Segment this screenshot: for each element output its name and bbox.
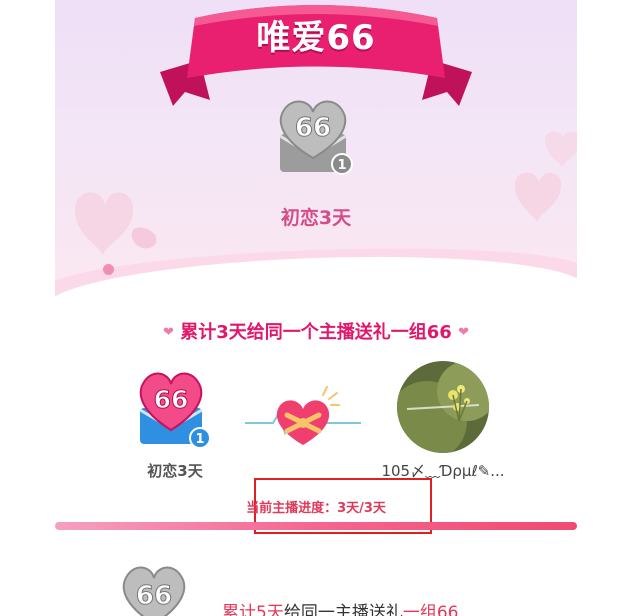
next-task-prefix: 累计5天: [222, 603, 284, 616]
badge-number: 66: [295, 113, 331, 143]
next-badge-number: 66: [136, 581, 172, 611]
achievement-panel: 唯爱66 66 1 初恋3天 ❤ 累计3天给同一个主播送礼一组66 ❤ 66 1…: [55, 0, 577, 616]
progress-label: 当前主播进度：: [246, 501, 338, 516]
next-badge-icon: 66: [115, 560, 193, 616]
progress-value: 3天/3天: [337, 501, 386, 516]
section-divider: [55, 522, 577, 530]
anchor-avatar[interactable]: [397, 361, 489, 453]
decorative-dot: [103, 264, 114, 275]
reward-badge-icon: 66 1: [132, 366, 218, 452]
heart-icon: ❤: [458, 325, 469, 340]
next-task-middle: 给同一主播送礼: [283, 603, 403, 616]
task-title: ❤ 累计3天给同一个主播送礼一组66 ❤: [55, 318, 577, 344]
next-task-text: 累计5天给同一主播送礼一组66: [222, 598, 458, 616]
heartbeat-heart-icon: [243, 383, 363, 455]
badge-level: 1: [337, 158, 346, 173]
banner-title: 唯爱66: [256, 18, 376, 58]
reward-badge-label: 初恋3天: [147, 462, 203, 480]
heart-icon: ❤: [163, 325, 174, 340]
next-task-suffix: 一组66: [402, 603, 459, 616]
task-title-text: 累计3天给同一个主播送礼一组66: [180, 322, 452, 343]
anchor-progress: 当前主播进度：3天/3天: [205, 497, 427, 516]
badge-label: 初恋3天: [280, 207, 352, 229]
reward-badge-number: 66: [154, 385, 189, 414]
reward-badge-level: 1: [195, 432, 204, 447]
heart-envelope-badge-icon: 66 1: [272, 92, 362, 182]
